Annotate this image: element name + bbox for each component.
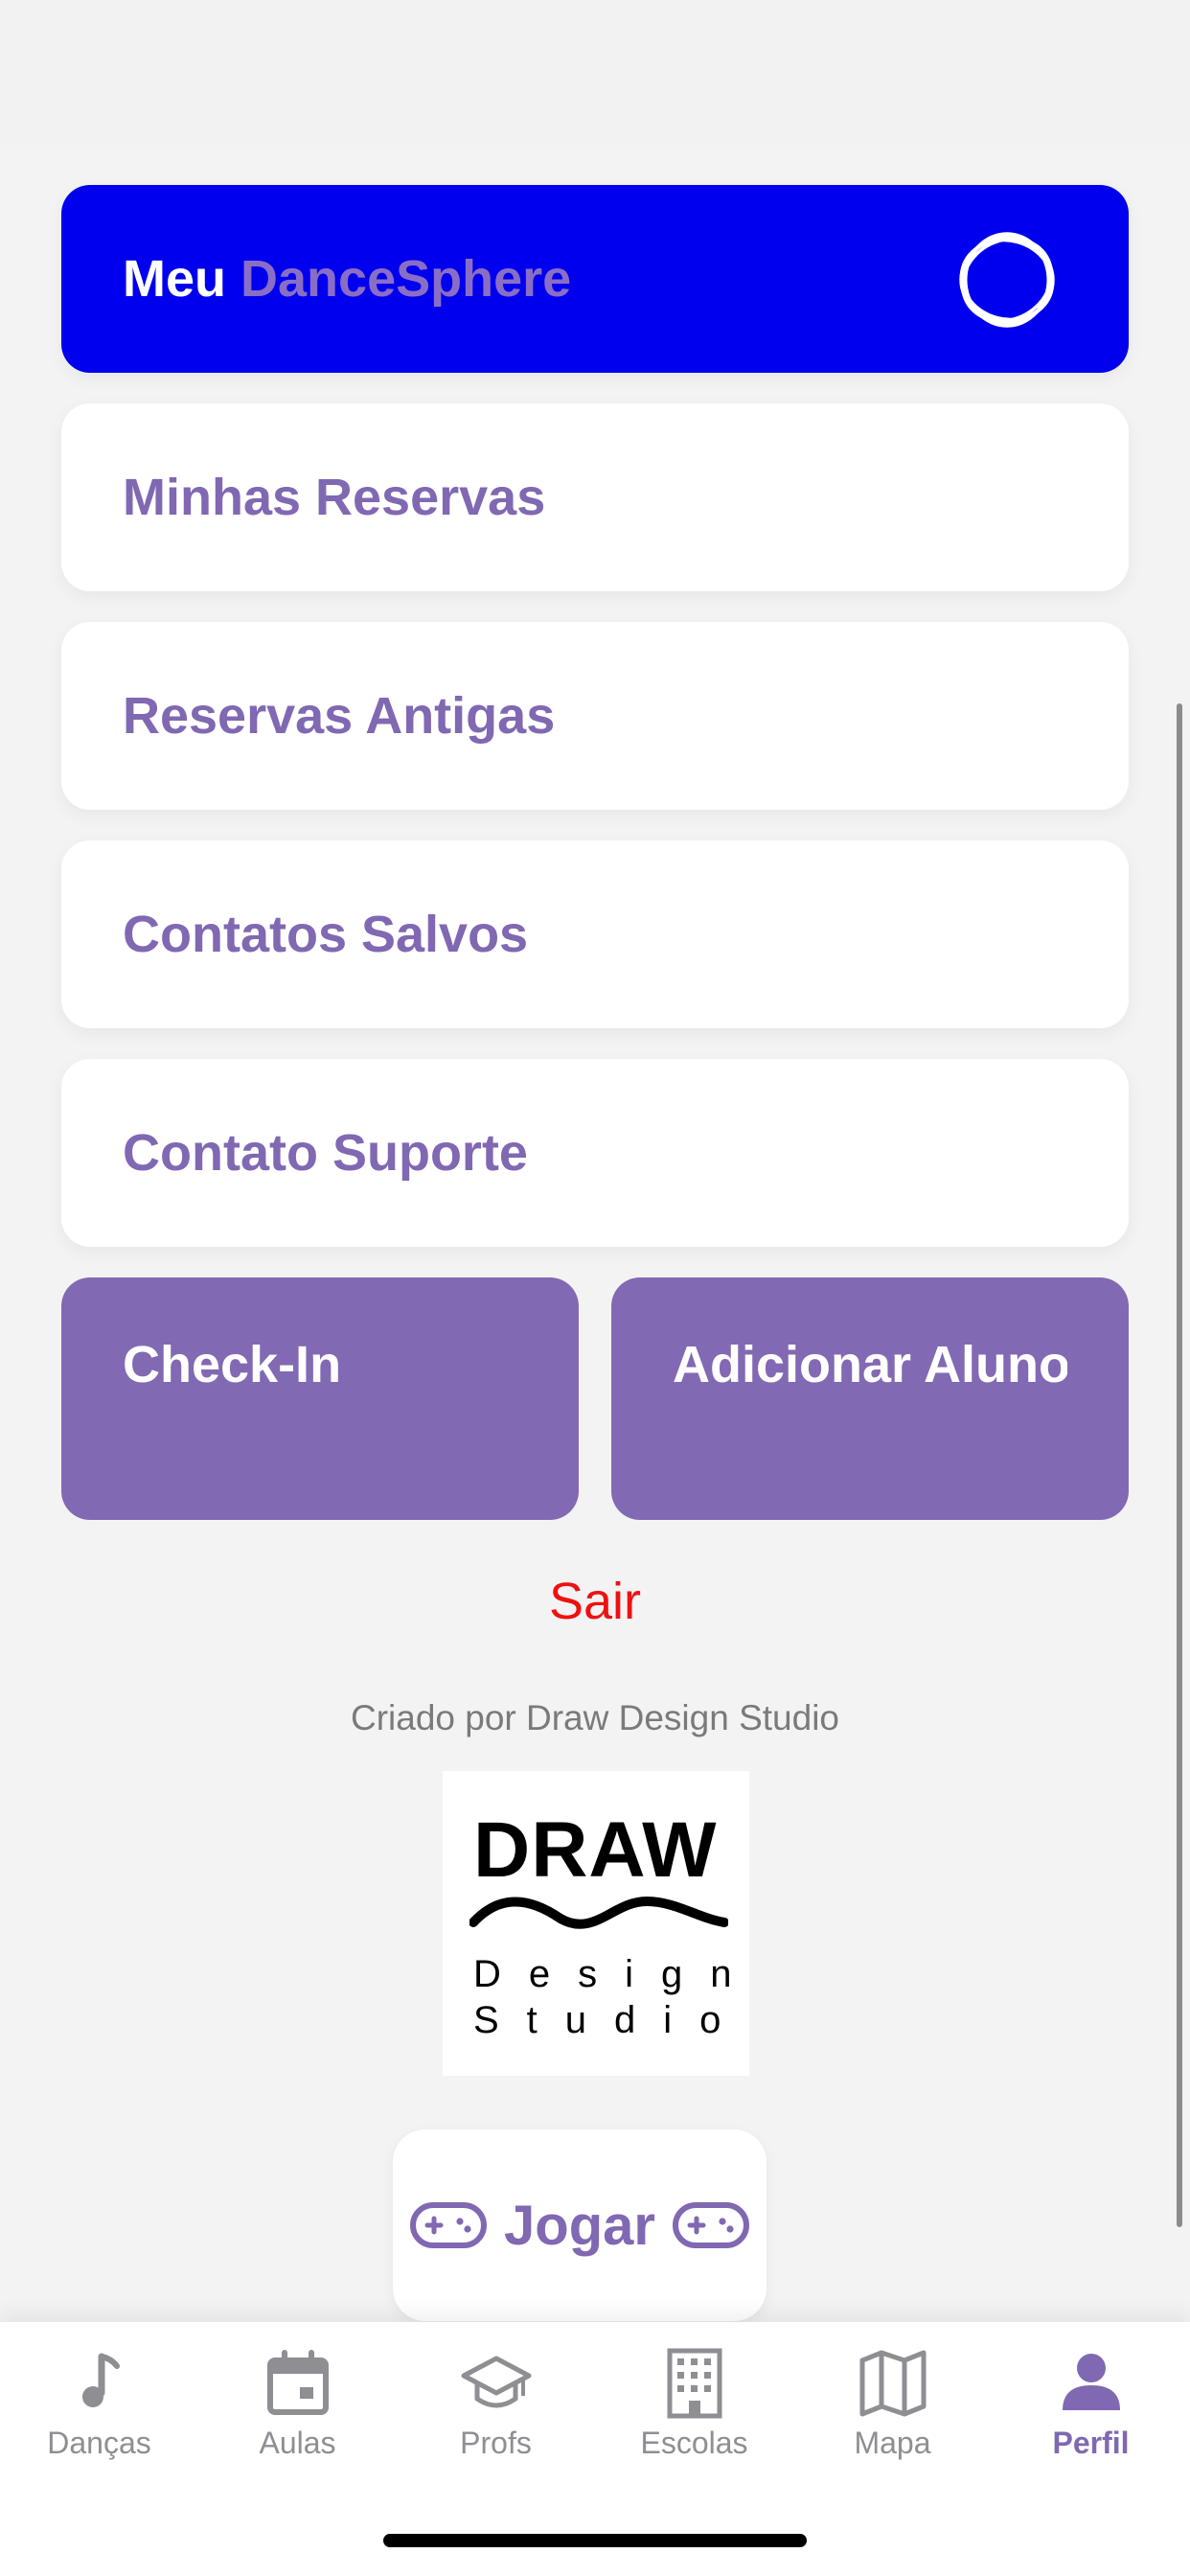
menu-label: Reservas Antigas: [123, 687, 556, 745]
check-in-label: Check-In: [123, 1336, 342, 1393]
draw-design-studio-logo: DRAW Design Studio: [443, 1771, 749, 2076]
tab-aulas[interactable]: Aulas: [198, 2347, 397, 2461]
tab-label: Danças: [47, 2426, 151, 2460]
menu-label: Minhas Reservas: [123, 469, 546, 526]
tab-escolas[interactable]: Escolas: [595, 2347, 793, 2461]
gamepad-icon: [672, 2202, 749, 2248]
header-prefix: Meu: [123, 250, 226, 308]
menu-contato-suporte[interactable]: Contato Suporte: [61, 1059, 1129, 1247]
dancesphere-logo-icon: [959, 232, 1055, 328]
tab-mapa[interactable]: Mapa: [793, 2347, 992, 2461]
menu-contatos-salvos[interactable]: Contatos Salvos: [61, 840, 1129, 1028]
logout-link[interactable]: Sair: [0, 1572, 1190, 1631]
wave-icon: [469, 1896, 728, 1929]
menu-label: Contatos Salvos: [123, 906, 529, 963]
map-icon: [859, 2350, 926, 2417]
tab-label: Escolas: [640, 2426, 748, 2460]
person-icon: [1062, 2354, 1120, 2410]
tab-label: Perfil: [1052, 2426, 1130, 2460]
top-safe-area: [0, 0, 1190, 144]
add-student-label: Adicionar Aluno: [673, 1336, 1067, 1393]
tab-dancas[interactable]: Danças: [0, 2347, 198, 2461]
graduation-cap-icon: [461, 2356, 531, 2408]
check-in-button[interactable]: Check-In: [61, 1277, 579, 1520]
menu-reservas-antigas[interactable]: Reservas Antigas: [61, 622, 1129, 810]
logo-line-2: Studio: [473, 1999, 749, 2041]
logo-title: DRAW: [473, 1806, 718, 1894]
tab-label: Profs: [460, 2426, 532, 2460]
tab-label: Aulas: [259, 2426, 336, 2460]
tab-label: Mapa: [854, 2426, 931, 2460]
credit-text: Criado por Draw Design Studio: [350, 1698, 839, 1737]
menu-label: Contato Suporte: [123, 1124, 528, 1182]
add-student-button[interactable]: Adicionar Aluno: [611, 1277, 1129, 1520]
play-button[interactable]: Jogar: [393, 2129, 767, 2321]
tab-profs[interactable]: Profs: [397, 2347, 595, 2461]
scrollbar[interactable]: [1177, 703, 1182, 2227]
logo-line-1: Design: [473, 1953, 760, 1995]
calendar-icon: [266, 2350, 329, 2415]
home-indicator: [383, 2534, 807, 2547]
play-label: Jogar: [504, 2194, 655, 2257]
gamepad-icon: [410, 2202, 488, 2248]
header-brand: DanceSphere: [240, 250, 572, 308]
tab-perfil[interactable]: Perfil: [992, 2347, 1190, 2461]
music-note-icon: [81, 2353, 120, 2407]
building-icon: [667, 2348, 721, 2419]
dancesphere-header-card[interactable]: Meu DanceSphere: [61, 185, 1129, 373]
menu-minhas-reservas[interactable]: Minhas Reservas: [61, 403, 1129, 591]
